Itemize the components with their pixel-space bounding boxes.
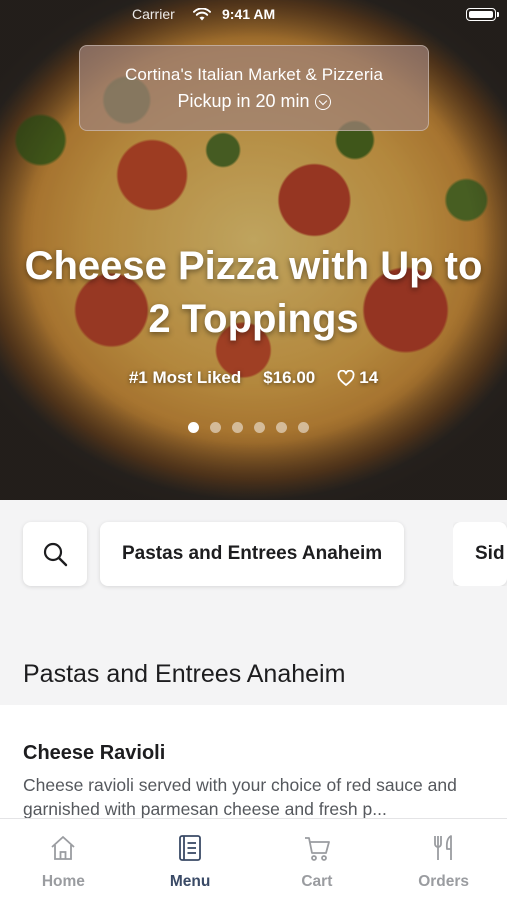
menu-item-card[interactable]: Cheese Ravioli Cheese ravioli served wit… bbox=[0, 705, 507, 835]
tab-label: Home bbox=[41, 873, 85, 890]
fork-knife-icon bbox=[433, 835, 452, 860]
category-chip-overflow: Sid bbox=[453, 522, 507, 586]
home-icon bbox=[51, 836, 75, 860]
section-heading: Pastas and Entrees Anaheim bbox=[23, 660, 346, 688]
tab-orders[interactable]: Orders bbox=[380, 819, 507, 900]
carousel-dot[interactable] bbox=[232, 422, 243, 433]
featured-likes[interactable]: 14 bbox=[337, 368, 378, 388]
featured-item-title: Cheese Pizza with Up to 2 Toppings bbox=[24, 244, 483, 341]
featured-price: $16.00 bbox=[263, 368, 316, 387]
wifi-icon bbox=[193, 8, 211, 21]
chevron-down-circle-icon bbox=[314, 93, 331, 110]
carousel-dot[interactable] bbox=[276, 422, 287, 433]
carrier-label: Carrier bbox=[132, 6, 175, 22]
tab-label: Cart bbox=[301, 873, 333, 890]
status-bar: Carrier 9:41 AM bbox=[0, 6, 507, 24]
search-icon bbox=[43, 542, 68, 567]
carousel-dot[interactable] bbox=[298, 422, 309, 433]
menu-book-icon bbox=[179, 835, 202, 861]
tab-cart[interactable]: Cart bbox=[254, 819, 381, 900]
carousel-dot[interactable] bbox=[254, 422, 265, 433]
carousel-dot[interactable] bbox=[210, 422, 221, 433]
search-button[interactable] bbox=[23, 522, 87, 586]
store-name: Cortina's Italian Market & Pizzeria bbox=[124, 65, 384, 84]
tab-home[interactable]: Home bbox=[0, 819, 127, 900]
featured-hero[interactable]: Carrier 9:41 AM Cortina's Italian Market… bbox=[0, 0, 507, 500]
store-pickup-selector[interactable]: Cortina's Italian Market & Pizzeria Pick… bbox=[79, 45, 429, 131]
featured-meta: #1 Most Liked $16.00 14 bbox=[0, 368, 507, 388]
heart-icon bbox=[337, 370, 355, 386]
tab-label: Menu bbox=[169, 873, 211, 890]
pickup-time: Pickup in 20 min bbox=[177, 91, 310, 111]
tab-label: Orders bbox=[418, 873, 470, 890]
carousel-dot[interactable] bbox=[188, 422, 199, 433]
category-chip-sides[interactable]: Sid bbox=[453, 522, 507, 586]
likes-count: 14 bbox=[359, 368, 379, 387]
category-bar: Pastas and Entrees Anaheim bbox=[23, 522, 405, 586]
status-time: 9:41 AM bbox=[222, 6, 276, 22]
tab-menu[interactable]: Menu bbox=[127, 819, 254, 900]
cart-icon bbox=[304, 837, 330, 861]
carousel-page-indicator[interactable] bbox=[188, 422, 309, 433]
category-chip-pastas[interactable]: Pastas and Entrees Anaheim bbox=[100, 522, 405, 586]
battery-icon bbox=[466, 8, 499, 21]
menu-item-name: Cheese Ravioli bbox=[23, 742, 166, 764]
featured-rank: #1 Most Liked bbox=[128, 368, 242, 387]
bottom-tab-bar: Home Menu Cart Orders bbox=[0, 818, 507, 900]
menu-item-description: Cheese ravioli served with your choice o… bbox=[23, 775, 457, 819]
